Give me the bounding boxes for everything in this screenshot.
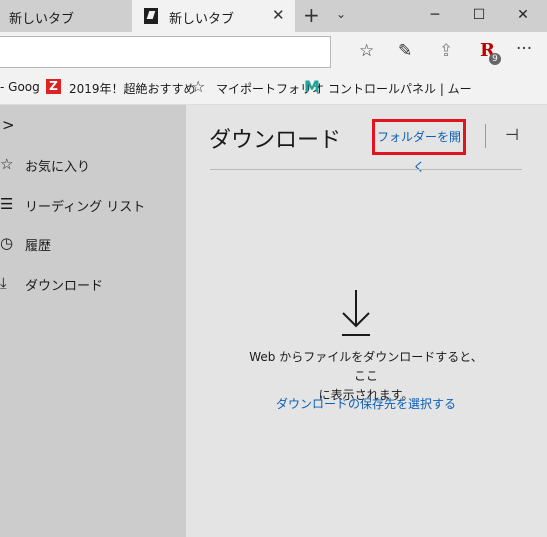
- favorite-item-google[interactable]: - Goog: [0, 80, 40, 94]
- star-icon: ☆: [191, 77, 206, 96]
- extension-badge: 9: [489, 53, 501, 65]
- tab-label: 新しいタブ: [169, 12, 235, 27]
- share-icon[interactable]: ⇪: [439, 41, 453, 61]
- close-tab-icon[interactable]: ✕: [272, 6, 285, 24]
- choose-download-location-link[interactable]: ダウンロードの保存先を選択する: [246, 395, 486, 412]
- tab-active[interactable]: 新しいタブ ✕: [132, 0, 295, 32]
- tab-label: 新しいタブ: [9, 12, 75, 27]
- empty-message-line: Web からファイルをダウンロードすると、ここ: [249, 350, 483, 383]
- download-arrow-icon: [342, 290, 370, 336]
- collapse-chevron-icon[interactable]: >: [2, 116, 15, 134]
- tab-inactive[interactable]: 新しいタブ: [0, 0, 132, 32]
- pin-icon[interactable]: ⊣: [505, 125, 519, 144]
- history-clock-icon: ◷: [0, 234, 14, 252]
- web-notes-pen-icon[interactable]: ✎: [398, 41, 412, 61]
- favorites-star-icon: ☆: [0, 155, 14, 173]
- address-bar[interactable]: [0, 36, 331, 68]
- minimize-button[interactable]: ─: [413, 0, 457, 32]
- favorite-star-icon[interactable]: ☆: [359, 41, 374, 61]
- close-window-button[interactable]: ✕: [501, 0, 545, 32]
- sidebar-item-reading-list[interactable]: リーディング リスト: [25, 196, 145, 215]
- maximize-button[interactable]: ☐: [457, 0, 501, 32]
- sidebar-item-downloads[interactable]: ダウンロード: [25, 275, 103, 294]
- sidebar-item-favorites[interactable]: お気に入り: [25, 156, 90, 175]
- divider: [485, 124, 486, 148]
- sidebar-item-history[interactable]: 履歴: [25, 235, 51, 254]
- divider: [210, 169, 522, 170]
- m-icon: M: [304, 77, 320, 96]
- more-options-icon[interactable]: ···: [516, 39, 532, 59]
- favorite-item-control-panel[interactable]: コントロールパネル | ムー: [328, 80, 472, 97]
- tab-list-chevron-icon[interactable]: ⌄: [336, 7, 346, 21]
- site-favicon-icon: [144, 8, 158, 24]
- download-icon: ⤓: [0, 274, 7, 292]
- new-tab-button[interactable]: +: [303, 3, 320, 27]
- favorite-item-osusume[interactable]: 2019年！超絶おすすめ: [69, 80, 196, 97]
- reading-list-icon: ☰: [0, 195, 14, 213]
- z-icon: Z: [46, 79, 61, 94]
- panel-title: ダウンロード: [209, 128, 342, 153]
- open-folder-button[interactable]: フォルダーを開く: [372, 119, 466, 174]
